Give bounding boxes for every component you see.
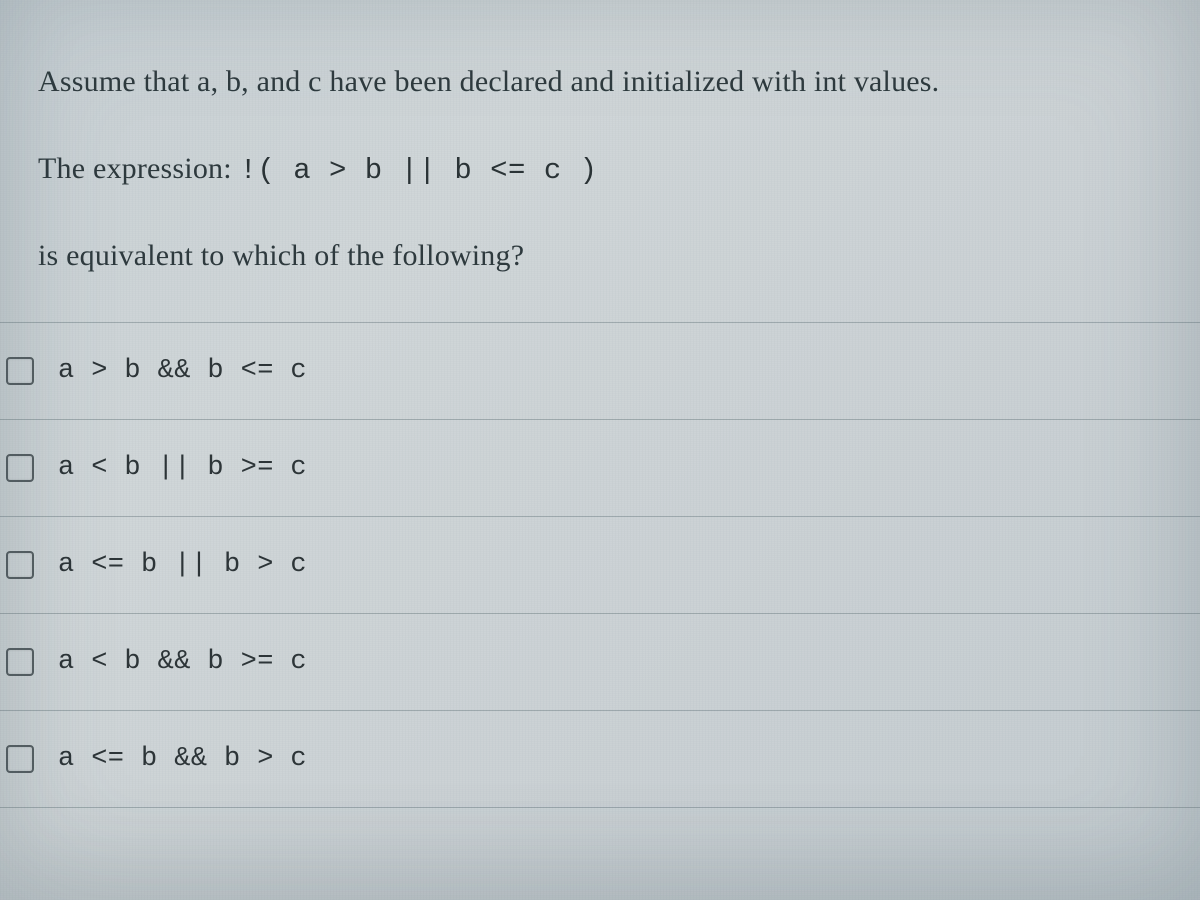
- checkbox-icon[interactable]: [6, 551, 34, 579]
- question-expression-code: !( a > b || b <= c ): [239, 154, 597, 187]
- checkbox-icon[interactable]: [6, 454, 34, 482]
- question-line-2: The expression: !( a > b || b <= c ): [38, 149, 1162, 190]
- option-label: a > b && b <= c: [58, 356, 307, 386]
- option-row[interactable]: a < b || b >= c: [0, 419, 1200, 516]
- option-label: a <= b && b > c: [58, 744, 307, 774]
- option-row[interactable]: a <= b && b > c: [0, 710, 1200, 808]
- option-label: a <= b || b > c: [58, 550, 307, 580]
- option-label: a < b && b >= c: [58, 647, 307, 677]
- option-label: a < b || b >= c: [58, 453, 307, 483]
- options-list: a > b && b <= c a < b || b >= c a <= b |…: [0, 322, 1200, 808]
- question-line-3: is equivalent to which of the following?: [38, 236, 1162, 277]
- question-line-1: Assume that a, b, and c have been declar…: [38, 62, 1162, 103]
- option-row[interactable]: a < b && b >= c: [0, 613, 1200, 710]
- checkbox-icon[interactable]: [6, 745, 34, 773]
- option-row[interactable]: a <= b || b > c: [0, 516, 1200, 613]
- checkbox-icon[interactable]: [6, 357, 34, 385]
- question-block: Assume that a, b, and c have been declar…: [0, 0, 1200, 276]
- option-row[interactable]: a > b && b <= c: [0, 322, 1200, 419]
- question-line-2-prefix: The expression:: [38, 152, 239, 185]
- checkbox-icon[interactable]: [6, 648, 34, 676]
